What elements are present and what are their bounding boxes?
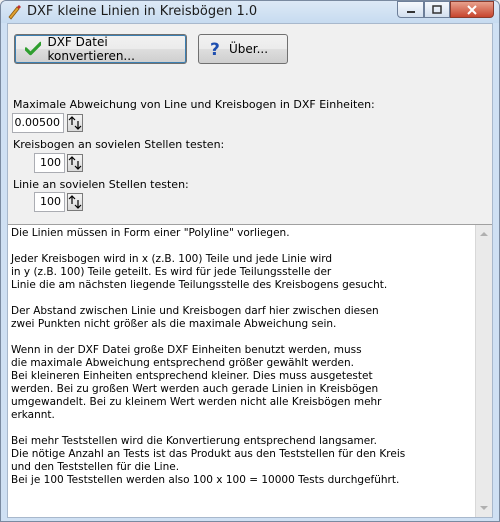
max-deviation-input[interactable]: 0.00500 <box>12 113 64 133</box>
max-deviation-spin-button[interactable] <box>67 114 83 132</box>
app-window: DXF kleine Linien in Kreisbögen 1.0 DXF … <box>0 0 500 522</box>
convert-dxf-label: DXF Datei konvertieren... <box>47 35 135 63</box>
title-bar[interactable]: DXF kleine Linien in Kreisbögen 1.0 <box>1 1 499 23</box>
line-points-label: Linie an sovielen Stellen testen: <box>13 178 189 191</box>
close-button[interactable] <box>450 1 494 18</box>
line-points-input[interactable]: 100 <box>34 192 65 212</box>
minimize-icon <box>406 10 415 13</box>
scroll-up-icon[interactable] <box>477 226 491 242</box>
about-label: Über... <box>229 42 269 56</box>
about-button[interactable]: ? Über... <box>198 34 288 64</box>
arc-points-label: Kreisbogen an sovielen Stellen testen: <box>13 138 225 151</box>
info-memo[interactable]: Die Linien müssen in Form einer "Polylin… <box>8 224 492 517</box>
close-icon <box>467 4 477 15</box>
arc-points-input[interactable]: 100 <box>34 153 65 173</box>
max-deviation-label: Maximale Abweichung von Line und Kreisbo… <box>13 98 375 111</box>
maximize-button[interactable] <box>424 1 450 18</box>
app-icon <box>8 5 21 20</box>
spin-arrows-icon <box>68 156 82 170</box>
minimize-button[interactable] <box>397 1 424 18</box>
line-points-spin-button[interactable] <box>67 193 83 211</box>
spin-arrows-icon <box>68 116 82 130</box>
question-icon: ? <box>210 40 220 58</box>
checkmark-icon <box>25 41 42 56</box>
svg-text:?: ? <box>210 40 220 58</box>
arc-points-spin-button[interactable] <box>67 154 83 172</box>
spin-arrows-icon <box>68 195 82 209</box>
scroll-down-icon[interactable] <box>477 500 491 516</box>
window-title: DXF kleine Linien in Kreisbögen 1.0 <box>27 4 258 19</box>
maximize-icon <box>432 5 442 14</box>
info-text: Die Linien müssen in Form einer "Polylin… <box>11 227 406 486</box>
client-area: DXF Datei konvertieren... ? Über... Maxi… <box>7 23 493 518</box>
vertical-scrollbar[interactable] <box>475 225 492 517</box>
convert-dxf-button[interactable]: DXF Datei konvertieren... <box>14 34 187 64</box>
